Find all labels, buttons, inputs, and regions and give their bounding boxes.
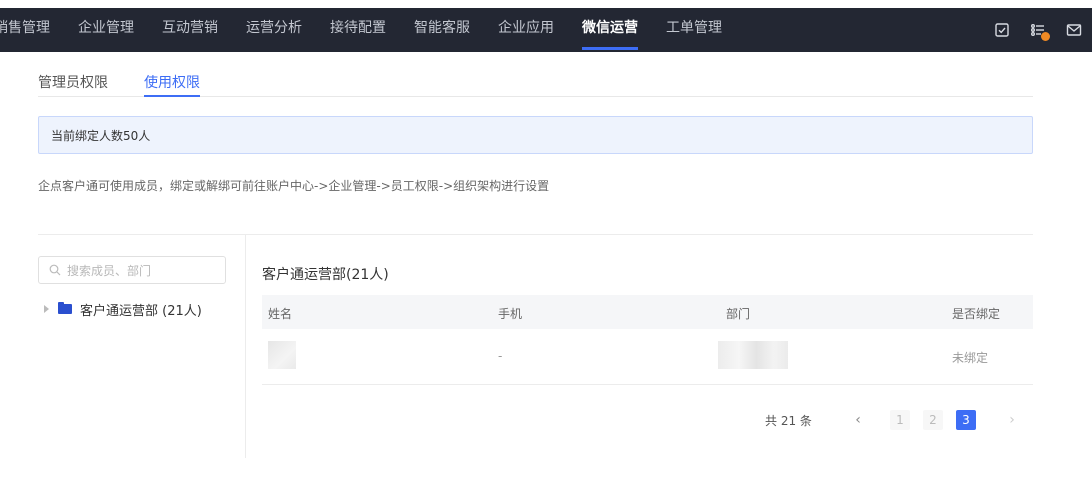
search-input[interactable] [65, 261, 219, 281]
nav-menu: 销售管理 企业管理 互动营销 运营分析 接待配置 智能客服 企业应用 微信运营 … [0, 8, 736, 52]
column-header-department: 部门 [726, 307, 751, 321]
panel-divider-horizontal [38, 234, 1033, 235]
list-notification-icon[interactable] [1030, 22, 1050, 41]
tree-node-label: 客户通运营部 (21人) [80, 303, 202, 319]
nav-item-enterprise[interactable]: 企业管理 [64, 8, 148, 52]
column-header-phone: 手机 [498, 307, 523, 321]
nav-item-reception-config[interactable]: 接待配置 [316, 8, 400, 52]
mail-icon[interactable] [1066, 22, 1082, 38]
pagination-next-button[interactable]: › [1002, 410, 1022, 430]
nav-item-interactive-marketing[interactable]: 互动营销 [148, 8, 232, 52]
pagination-total: 共 21 条 [765, 414, 812, 428]
task-check-icon[interactable] [994, 22, 1010, 38]
usage-description: 企点客户通可使用成员，绑定或解绑可前往账户中心->企业管理->员工权限->组织架… [38, 179, 550, 193]
nav-item-ticket-management[interactable]: 工单管理 [652, 8, 736, 52]
notification-dot [1041, 32, 1050, 41]
bound-count-banner: 当前绑定人数50人 [38, 116, 1033, 154]
column-header-bound: 是否绑定 [952, 307, 1001, 321]
folder-icon [58, 302, 72, 314]
pagination-page-1[interactable]: 1 [890, 410, 910, 430]
cell-bound-status: 未绑定 [952, 351, 989, 365]
column-header-name: 姓名 [268, 307, 293, 321]
blurred-department [718, 341, 788, 369]
pagination-page-3[interactable]: 3 [956, 410, 976, 430]
nav-item-operations-analysis[interactable]: 运营分析 [232, 8, 316, 52]
search-icon [49, 264, 61, 276]
table-row[interactable]: - 未绑定 [262, 329, 1033, 385]
nav-item-sales[interactable]: 销售管理 [0, 8, 64, 52]
tab-usage-permission[interactable]: 使用权限 [144, 72, 200, 97]
cell-phone: - [498, 349, 503, 363]
table-header: 姓名 手机 部门 是否绑定 [262, 295, 1033, 329]
nav-icon-group [994, 8, 1082, 52]
pagination-page-2[interactable]: 2 [923, 410, 943, 430]
pagination-prev-button[interactable]: ‹ [848, 410, 868, 430]
blurred-name [268, 341, 296, 369]
top-nav-bar: 销售管理 企业管理 互动营销 运营分析 接待配置 智能客服 企业应用 微信运营 … [0, 8, 1092, 52]
nav-item-smart-service[interactable]: 智能客服 [400, 8, 484, 52]
tree-node-dept[interactable]: 客户通运营部 (21人) [44, 300, 202, 319]
member-search-box[interactable] [38, 256, 226, 284]
permission-tabs: 管理员权限 使用权限 [38, 64, 1033, 97]
panel-divider-vertical [245, 234, 246, 458]
nav-item-wechat-ops[interactable]: 微信运营 [568, 8, 652, 52]
tab-admin-permission[interactable]: 管理员权限 [38, 72, 108, 92]
nav-item-enterprise-apps[interactable]: 企业应用 [484, 8, 568, 52]
bound-count-text: 当前绑定人数50人 [51, 129, 151, 143]
expand-caret-icon[interactable] [44, 305, 49, 313]
department-title: 客户通运营部(21人) [262, 267, 389, 283]
